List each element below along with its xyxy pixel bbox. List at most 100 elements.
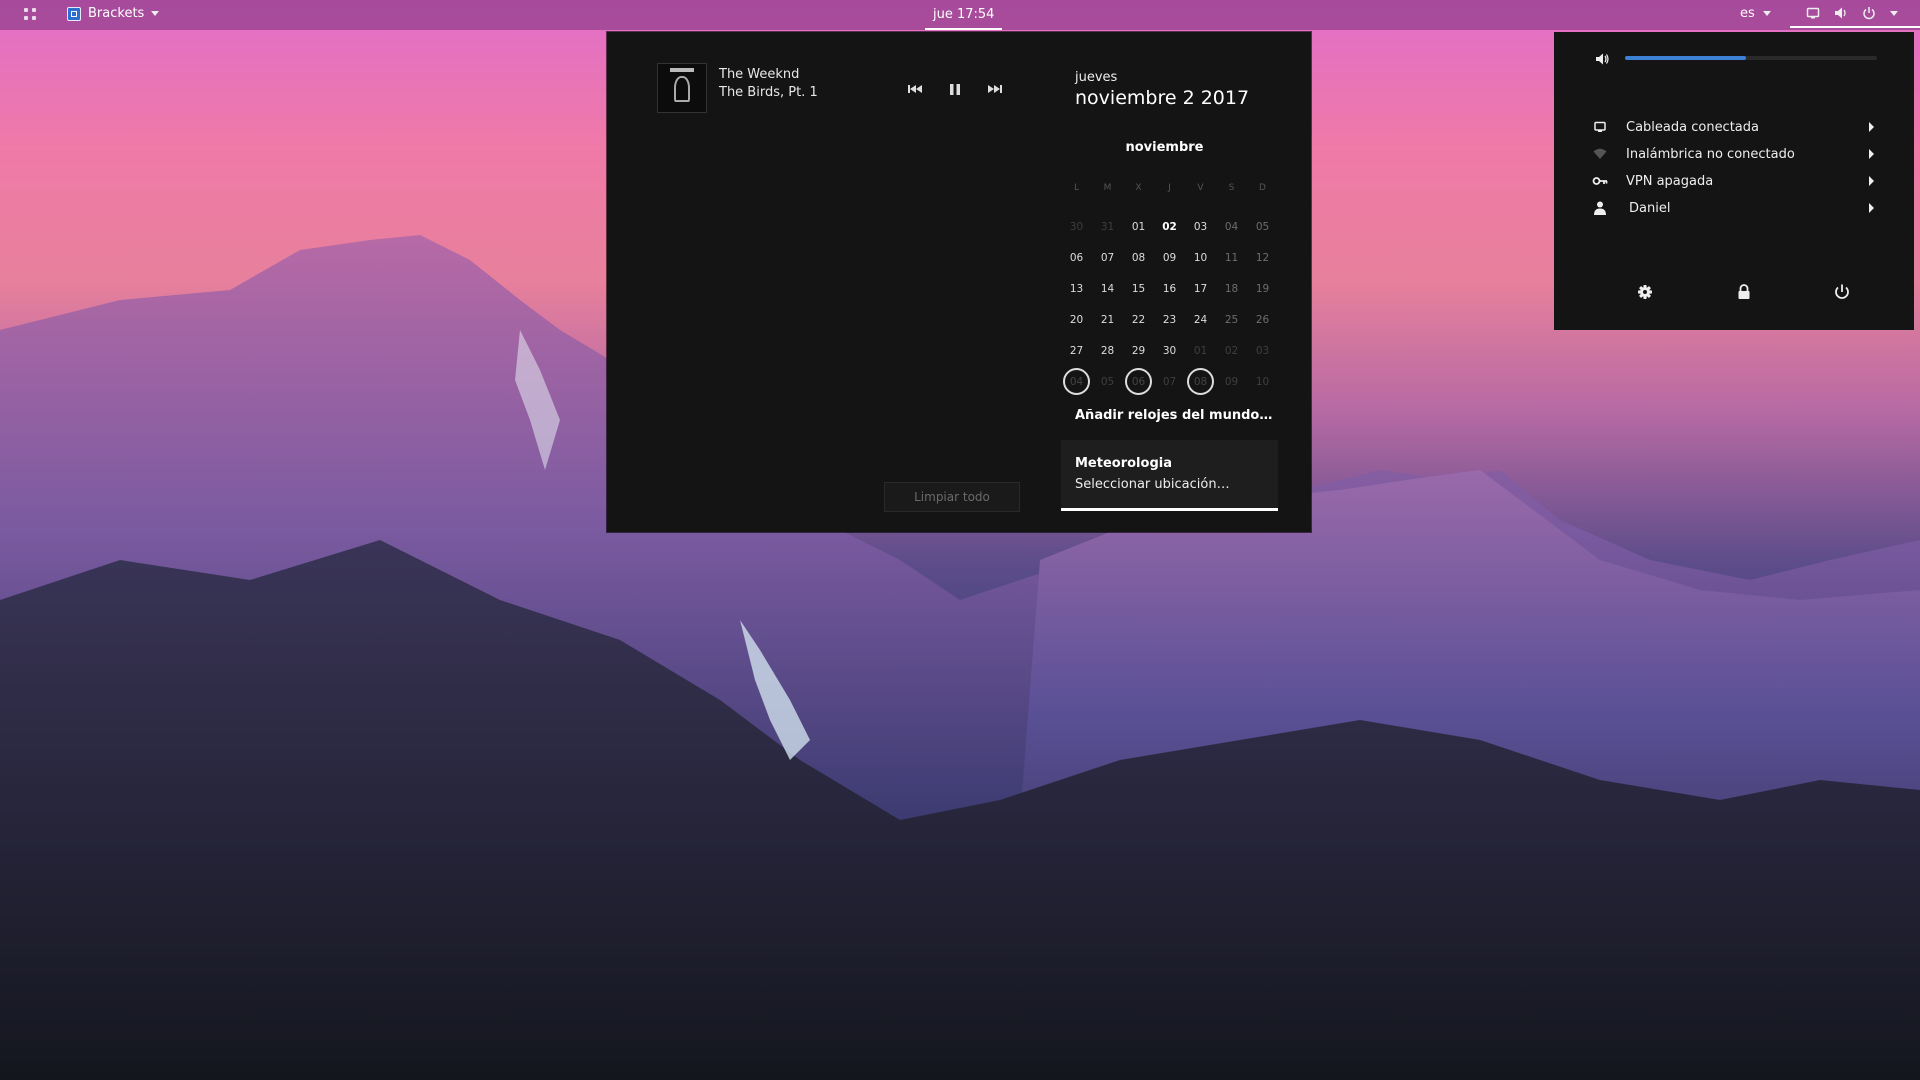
- activities-grid-icon[interactable]: [24, 8, 38, 22]
- next-track-icon[interactable]: [985, 79, 1005, 99]
- chevron-down-icon: [151, 11, 160, 16]
- chevron-down-icon: [1890, 10, 1898, 16]
- calendar-day[interactable]: 08: [1123, 244, 1154, 271]
- calendar-day[interactable]: 05: [1247, 213, 1278, 240]
- calendar-day[interactable]: 22: [1123, 306, 1154, 333]
- power-icon: [1863, 7, 1875, 20]
- calendar-week: 13 14 15 16 17 18 19: [1061, 273, 1278, 304]
- calendar-week: 27 28 29 30 01 02 03: [1061, 335, 1278, 366]
- calendar-day[interactable]: 01: [1123, 213, 1154, 240]
- weather-section[interactable]: Meteorologia Seleccionar ubicación…: [1061, 440, 1278, 511]
- calendar-day[interactable]: 10: [1185, 244, 1216, 271]
- volume-slider[interactable]: [1625, 56, 1877, 60]
- weather-title: Meteorologia: [1075, 456, 1172, 471]
- calendar-day[interactable]: 13: [1061, 275, 1092, 302]
- calendar-day[interactable]: 27: [1061, 337, 1092, 364]
- calendar-month-label: noviembre: [1125, 140, 1204, 155]
- calendar-day[interactable]: 10: [1247, 368, 1278, 395]
- calendar-day[interactable]: 28: [1092, 337, 1123, 364]
- calendar-grid: L M X J V S D 30 31 01 02 03 04 05 06 07…: [1061, 172, 1278, 397]
- calendar-day[interactable]: 30: [1061, 213, 1092, 240]
- calendar-day[interactable]: 05: [1092, 368, 1123, 395]
- calendar-day[interactable]: 09: [1216, 368, 1247, 395]
- calendar-day[interactable]: 06: [1061, 244, 1092, 271]
- clock-button[interactable]: jue 17:54: [925, 0, 1003, 30]
- language-selector[interactable]: es: [1740, 6, 1771, 21]
- chevron-down-icon: [1762, 11, 1771, 16]
- user-item[interactable]: Daniel: [1584, 197, 1884, 219]
- volume-icon: [1835, 7, 1846, 19]
- brackets-app-icon: [67, 6, 81, 21]
- pause-icon[interactable]: [945, 79, 965, 99]
- calendar-day[interactable]: 20: [1061, 306, 1092, 333]
- chevron-right-icon: [1869, 149, 1874, 159]
- weekday-label: M: [1103, 182, 1112, 193]
- wired-network-item[interactable]: Cableada conectada: [1584, 116, 1884, 138]
- wireless-icon: [1593, 148, 1607, 159]
- calendar-day[interactable]: 21: [1092, 306, 1123, 333]
- album-art: [657, 63, 707, 113]
- settings-icon[interactable]: [1635, 282, 1655, 302]
- chevron-right-icon: [1869, 122, 1874, 132]
- vpn-key-icon: [1592, 177, 1608, 185]
- chevron-right-icon: [1869, 203, 1874, 213]
- lock-icon[interactable]: [1734, 282, 1754, 302]
- calendar-day[interactable]: 09: [1154, 244, 1185, 271]
- media-track: The Birds, Pt. 1: [719, 85, 818, 100]
- day-name: jueves: [1075, 70, 1118, 85]
- weekday-label: V: [1197, 182, 1204, 193]
- calendar-day[interactable]: 01: [1185, 337, 1216, 364]
- language-label: es: [1740, 6, 1755, 21]
- calendar-day[interactable]: 11: [1216, 244, 1247, 271]
- calendar-day[interactable]: 15: [1123, 275, 1154, 302]
- user-label: Daniel: [1629, 200, 1671, 216]
- calendar-day[interactable]: 29: [1123, 337, 1154, 364]
- calendar-week: 30 31 01 02 03 04 05: [1061, 211, 1278, 242]
- system-menu: Cableada conectada Inalámbrica no conect…: [1554, 32, 1914, 330]
- weekday-label: L: [1073, 182, 1079, 193]
- calendar-day-event[interactable]: 04: [1063, 368, 1090, 395]
- power-off-icon[interactable]: [1832, 282, 1852, 302]
- calendar-day[interactable]: 26: [1247, 306, 1278, 333]
- calendar-week: 20 21 22 23 24 25 26: [1061, 304, 1278, 335]
- clear-all-button[interactable]: Limpiar todo: [884, 482, 1020, 512]
- calendar-day[interactable]: 03: [1247, 337, 1278, 364]
- top-bar: Brackets jue 17:54 es: [0, 0, 1920, 30]
- vpn-item[interactable]: VPN apagada: [1584, 170, 1884, 192]
- calendar-day[interactable]: 07: [1154, 368, 1185, 395]
- calendar-day-event[interactable]: 08: [1187, 368, 1214, 395]
- weekday-label: S: [1228, 182, 1235, 193]
- calendar-day[interactable]: 18: [1216, 275, 1247, 302]
- calendar-day[interactable]: 16: [1154, 275, 1185, 302]
- wireless-network-item[interactable]: Inalámbrica no conectado: [1584, 143, 1884, 165]
- calendar-day[interactable]: 14: [1092, 275, 1123, 302]
- calendar-day[interactable]: 25: [1216, 306, 1247, 333]
- weekday-label: D: [1259, 182, 1266, 193]
- vpn-label: VPN apagada: [1626, 173, 1714, 189]
- app-menu-label: Brackets: [88, 6, 145, 21]
- full-date: noviembre 2 2017: [1075, 87, 1250, 109]
- wireless-network-label: Inalámbrica no conectado: [1626, 146, 1795, 162]
- calendar-day[interactable]: 12: [1247, 244, 1278, 271]
- calendar-day[interactable]: 07: [1092, 244, 1123, 271]
- calendar-day[interactable]: 17: [1185, 275, 1216, 302]
- calendar-week: 06 07 08 09 10 11 12: [1061, 242, 1278, 273]
- app-menu[interactable]: Brackets: [67, 6, 160, 21]
- volume-icon: [1596, 53, 1609, 65]
- calendar-day[interactable]: 24: [1185, 306, 1216, 333]
- calendar-day[interactable]: 30: [1154, 337, 1185, 364]
- previous-track-icon[interactable]: [905, 79, 925, 99]
- weekday-label: X: [1135, 182, 1142, 193]
- calendar-day[interactable]: 19: [1247, 275, 1278, 302]
- calendar-day[interactable]: 31: [1092, 213, 1123, 240]
- calendar-day[interactable]: 02: [1216, 337, 1247, 364]
- status-menu-button[interactable]: [1790, 0, 1920, 28]
- calendar-day-event[interactable]: 06: [1125, 368, 1152, 395]
- calendar-day[interactable]: 03: [1185, 213, 1216, 240]
- wired-network-icon: [1594, 121, 1606, 132]
- calendar-day[interactable]: 23: [1154, 306, 1185, 333]
- calendar-day-today[interactable]: 02: [1154, 213, 1185, 240]
- media-artist: The Weeknd: [719, 67, 800, 82]
- add-world-clocks-button[interactable]: Añadir relojes del mundo…: [1075, 408, 1272, 423]
- calendar-day[interactable]: 04: [1216, 213, 1247, 240]
